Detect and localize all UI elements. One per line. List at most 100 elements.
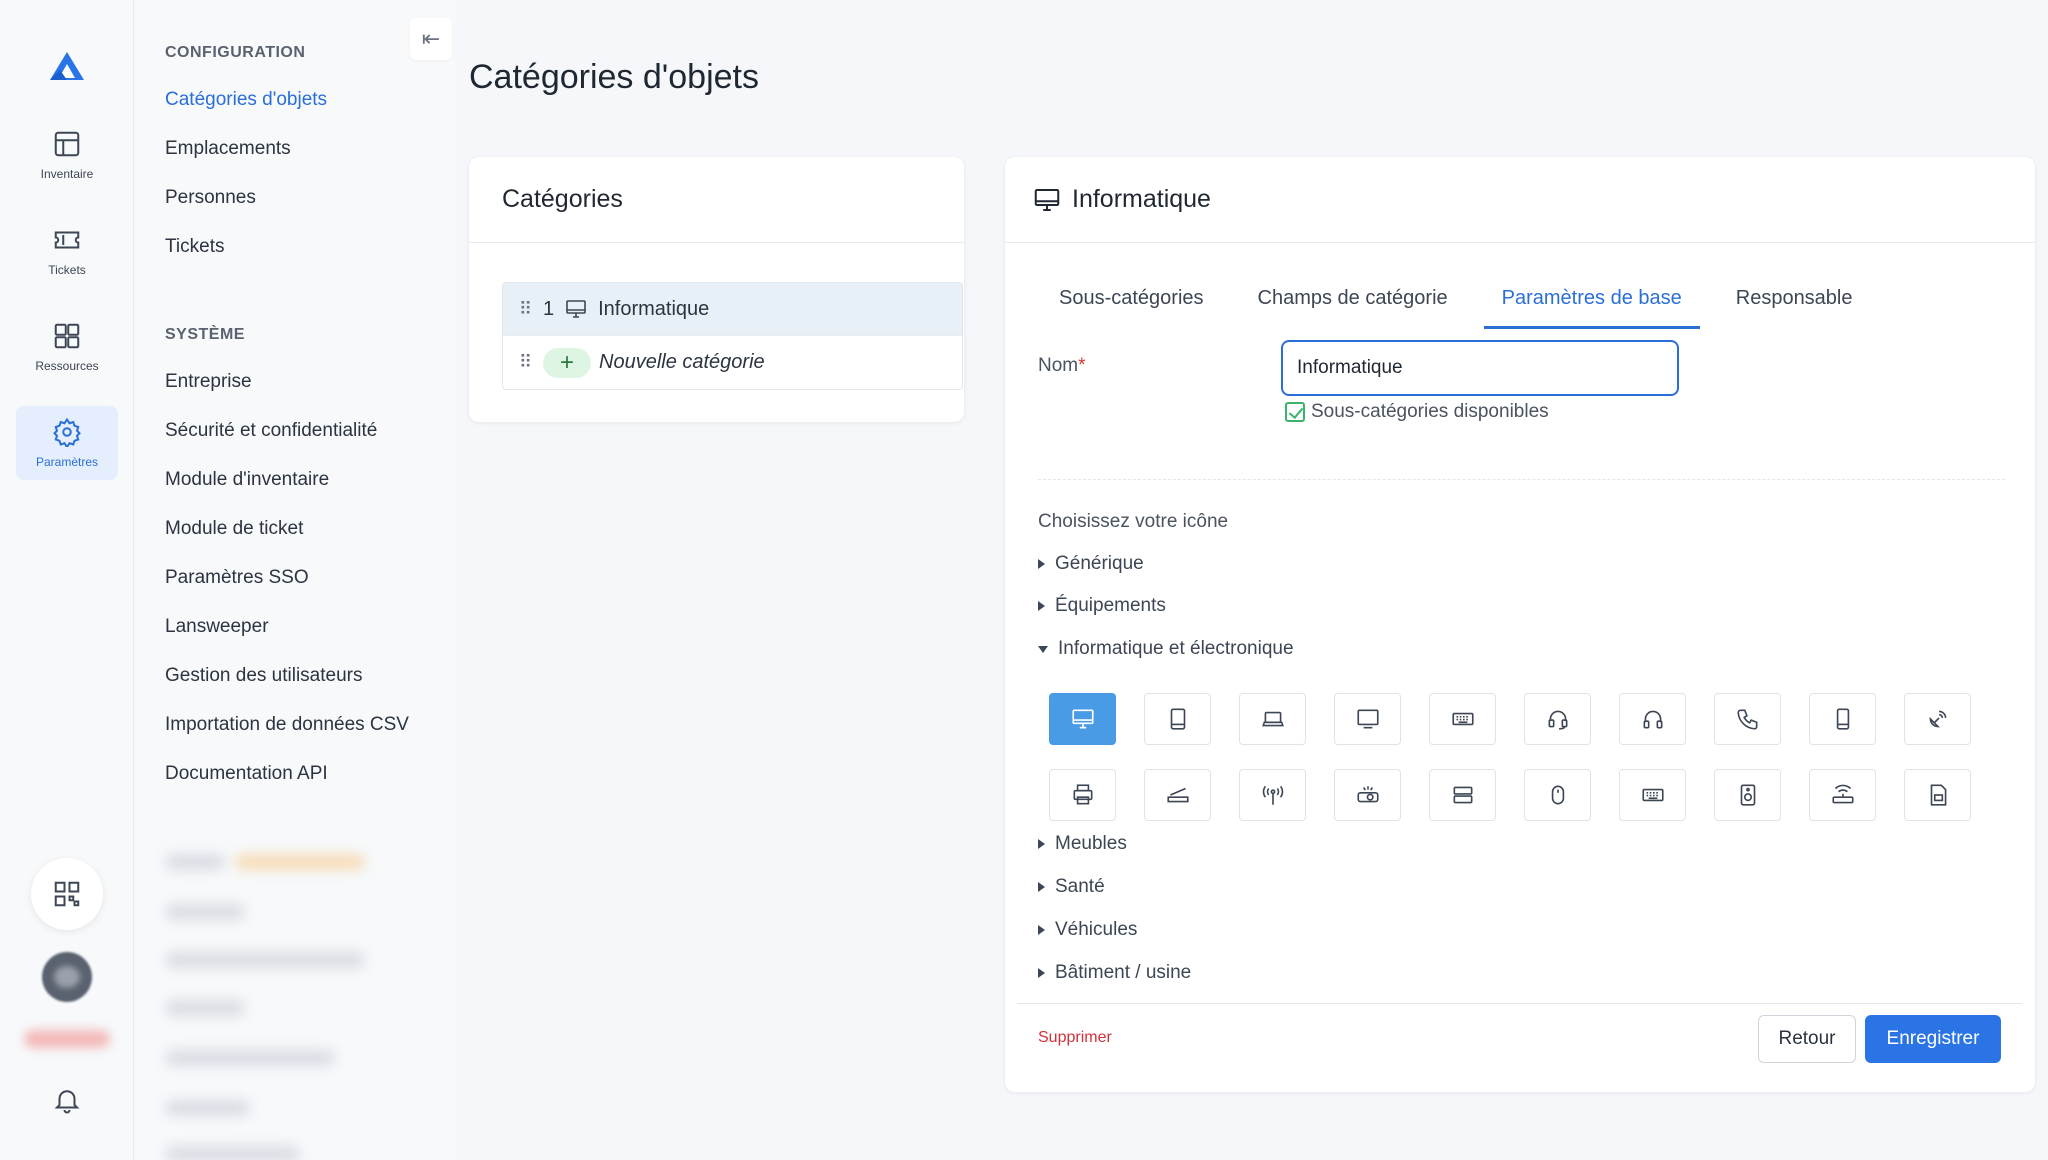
sidebar-item-categories[interactable]: Catégories d'objets xyxy=(165,89,327,111)
tab-sous-categories[interactable]: Sous-catégories xyxy=(1041,277,1222,329)
icon-group-informatique[interactable]: Informatique et électronique xyxy=(1038,638,1294,660)
plus-icon[interactable]: + xyxy=(543,347,591,378)
icon-group-generique[interactable]: Générique xyxy=(1038,553,1144,575)
save-button[interactable]: Enregistrer xyxy=(1865,1015,2001,1063)
qr-code-button[interactable] xyxy=(31,858,103,930)
satellite-icon[interactable] xyxy=(1904,693,1971,745)
blurred-link xyxy=(165,1146,300,1160)
antenna-icon[interactable] xyxy=(1239,769,1306,821)
sidebar-item-emplacements[interactable]: Emplacements xyxy=(165,138,291,160)
caret-right-icon xyxy=(1038,839,1045,849)
delete-button[interactable]: Supprimer xyxy=(1038,1029,1112,1047)
sidebar-item-securite[interactable]: Sécurité et confidentialité xyxy=(165,420,377,442)
rail-label: Paramètres xyxy=(35,455,99,469)
mouse-icon[interactable] xyxy=(1524,769,1591,821)
back-button[interactable]: Retour xyxy=(1758,1015,1856,1063)
sidebar-item-documentation-api[interactable]: Documentation API xyxy=(165,763,328,785)
group-label: Équipements xyxy=(1055,595,1166,616)
headset-icon[interactable] xyxy=(1524,693,1591,745)
rail-item-ressources[interactable]: Ressources xyxy=(16,310,118,384)
printer-icon[interactable] xyxy=(1049,769,1116,821)
detail-header: Informatique xyxy=(1005,157,2035,243)
group-label: Santé xyxy=(1055,876,1105,897)
subcategories-checkbox[interactable]: Sous-catégories disponibles xyxy=(1285,401,1549,423)
categories-card: Catégories ⠿ 1 Informatique ⠿ + Nouvelle… xyxy=(469,157,964,422)
collapse-sidebar-button[interactable]: ⇤ xyxy=(410,18,452,60)
caret-right-icon xyxy=(1038,559,1045,569)
rail-label: Ressources xyxy=(35,359,99,373)
desktop-icon xyxy=(566,300,586,318)
icon-group-vehicules[interactable]: Véhicules xyxy=(1038,919,1137,941)
rail-item-tickets[interactable]: Tickets xyxy=(16,214,118,288)
section-configuration: CONFIGURATION xyxy=(165,44,306,61)
sidebar-item-personnes[interactable]: Personnes xyxy=(165,187,256,209)
icon-picker-grid xyxy=(1049,693,1971,821)
blurred-section-heading xyxy=(165,854,225,870)
drag-handle-icon[interactable]: ⠿ xyxy=(519,299,532,320)
checkbox-checked-icon[interactable] xyxy=(1285,402,1305,422)
caret-right-icon xyxy=(1038,925,1045,935)
group-label: Informatique et électronique xyxy=(1058,638,1294,659)
ticket-icon xyxy=(54,231,80,249)
sidebar-item-module-inventaire[interactable]: Module d'inventaire xyxy=(165,469,329,491)
blurred-link xyxy=(165,904,245,920)
sidebar-item-entreprise[interactable]: Entreprise xyxy=(165,371,252,393)
icon-group-batiment[interactable]: Bâtiment / usine xyxy=(1038,962,1191,984)
server-icon[interactable] xyxy=(1429,769,1496,821)
tab-responsable[interactable]: Responsable xyxy=(1718,277,1871,329)
app-logo-icon[interactable] xyxy=(48,50,86,84)
section-systeme: SYSTÈME xyxy=(165,326,245,343)
detail-tabs: Sous-catégories Champs de catégorie Para… xyxy=(1041,277,1889,329)
category-detail-card: Informatique Sous-catégories Champs de c… xyxy=(1005,157,2035,1092)
divider xyxy=(1017,1003,2022,1004)
group-label: Meubles xyxy=(1055,833,1127,854)
monitor-icon[interactable] xyxy=(1334,693,1401,745)
category-index: 1 xyxy=(543,297,555,320)
subcategories-label: Sous-catégories disponibles xyxy=(1311,401,1549,422)
sidebar-item-import-csv[interactable]: Importation de données CSV xyxy=(165,714,409,736)
keyboard-icon[interactable] xyxy=(1429,693,1496,745)
rail-item-parametres[interactable]: Paramètres xyxy=(16,406,118,480)
icon-group-sante[interactable]: Santé xyxy=(1038,876,1105,898)
drag-handle-icon[interactable]: ⠿ xyxy=(519,352,532,373)
desktop-icon[interactable] xyxy=(1049,693,1116,745)
gear-icon xyxy=(53,417,81,447)
blurred-link xyxy=(165,1050,335,1066)
desktop-icon xyxy=(1034,188,1060,211)
mobile-icon[interactable] xyxy=(1809,693,1876,745)
sidebar-item-module-ticket[interactable]: Module de ticket xyxy=(165,518,303,540)
headphones-icon[interactable] xyxy=(1619,693,1686,745)
status-badge xyxy=(24,1030,110,1048)
detail-title: Informatique xyxy=(1072,185,1211,213)
tab-champs-categorie[interactable]: Champs de catégorie xyxy=(1240,277,1466,329)
tab-parametres-base[interactable]: Paramètres de base xyxy=(1483,277,1700,329)
sidebar-item-sso[interactable]: Paramètres SSO xyxy=(165,567,309,589)
group-label: Générique xyxy=(1055,553,1144,574)
scanner-icon[interactable] xyxy=(1144,769,1211,821)
projector-icon[interactable] xyxy=(1334,769,1401,821)
category-name: Informatique xyxy=(598,297,710,320)
speaker-icon[interactable] xyxy=(1714,769,1781,821)
list-item[interactable]: ⠿ 1 Informatique xyxy=(503,283,962,336)
icon-group-meubles[interactable]: Meubles xyxy=(1038,833,1127,855)
sidebar-item-utilisateurs[interactable]: Gestion des utilisateurs xyxy=(165,665,363,687)
keyboard-alt-icon[interactable] xyxy=(1619,769,1686,821)
choose-icon-label: Choisissez votre icône xyxy=(1038,511,1229,532)
rail-label: Inventaire xyxy=(40,167,94,181)
new-category-label: Nouvelle catégorie xyxy=(599,351,765,373)
phone-icon[interactable] xyxy=(1714,693,1781,745)
sidebar-item-tickets[interactable]: Tickets xyxy=(165,236,224,258)
rail-item-inventaire[interactable]: Inventaire xyxy=(16,118,118,192)
blurred-link xyxy=(165,1100,250,1116)
caret-right-icon xyxy=(1038,601,1045,611)
icon-group-equipements[interactable]: Équipements xyxy=(1038,595,1166,617)
bell-icon[interactable] xyxy=(52,1085,82,1115)
name-input[interactable] xyxy=(1281,340,1679,396)
sim-card-icon[interactable] xyxy=(1904,769,1971,821)
router-icon[interactable] xyxy=(1809,769,1876,821)
new-category-row[interactable]: ⠿ + Nouvelle catégorie xyxy=(503,336,962,389)
avatar[interactable] xyxy=(42,952,92,1002)
tablet-icon[interactable] xyxy=(1144,693,1211,745)
sidebar-item-lansweeper[interactable]: Lansweeper xyxy=(165,616,269,638)
laptop-icon[interactable] xyxy=(1239,693,1306,745)
